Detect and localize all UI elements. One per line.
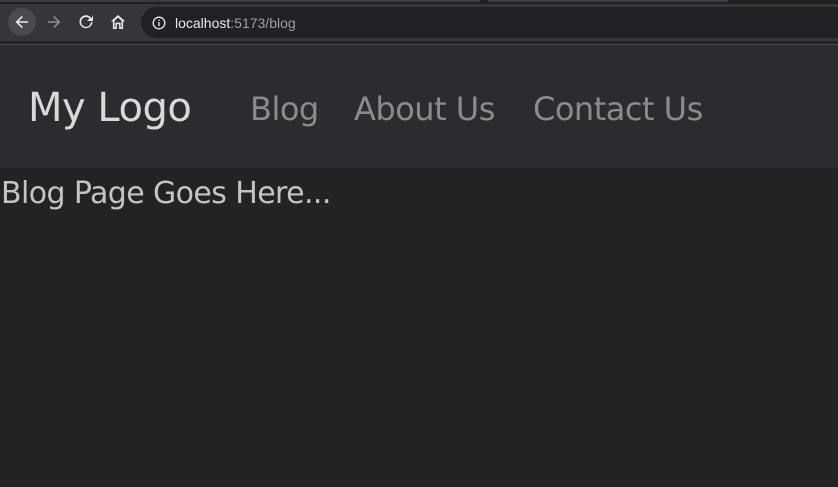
tab-edge <box>0 0 480 2</box>
home-button[interactable] <box>104 8 132 36</box>
tab-edge <box>488 0 728 2</box>
arrow-left-icon <box>14 14 30 30</box>
info-icon[interactable] <box>152 16 166 30</box>
url-host: localhost <box>175 14 231 31</box>
forward-button[interactable] <box>40 8 68 36</box>
arrow-right-icon <box>46 14 62 30</box>
url-text: localhost:5173/blog <box>175 15 296 31</box>
nav-link-about-us[interactable]: About Us <box>354 90 495 128</box>
home-icon <box>109 13 127 31</box>
back-button[interactable] <box>8 8 36 36</box>
site-header: My Logo Blog About Us Contact Us <box>0 44 838 168</box>
site-logo[interactable]: My Logo <box>28 85 192 131</box>
reload-icon <box>78 14 94 30</box>
address-bar[interactable]: localhost:5173/blog <box>141 7 838 38</box>
browser-toolbar: localhost:5173/blog <box>0 4 838 41</box>
page-heading: Blog Page Goes Here... <box>1 176 331 211</box>
url-path: :5173/blog <box>230 14 296 31</box>
reload-button[interactable] <box>72 8 100 36</box>
nav-link-blog[interactable]: Blog <box>250 90 319 128</box>
nav-link-contact-us[interactable]: Contact Us <box>533 90 703 128</box>
